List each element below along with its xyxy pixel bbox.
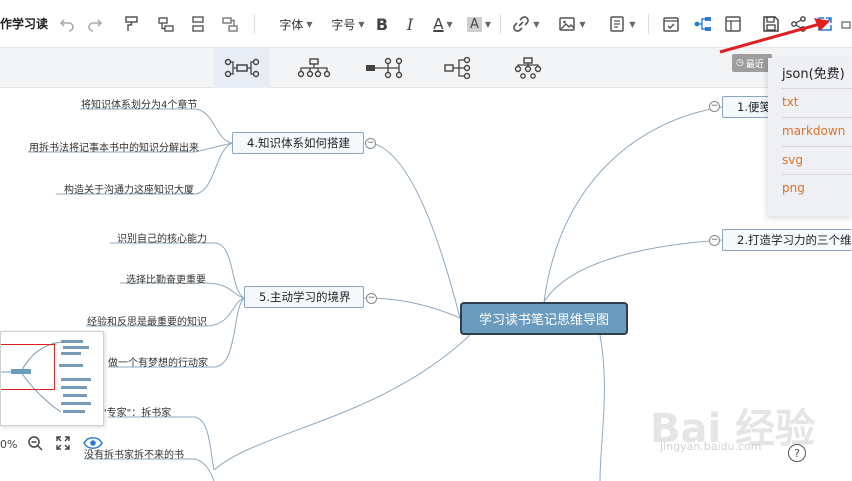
chevron-down-icon: ▼: [533, 19, 540, 29]
eye-icon[interactable]: [83, 435, 104, 454]
export-png[interactable]: png: [782, 174, 852, 202]
font-family-label: 字体: [279, 17, 304, 32]
org-layout-icon: [297, 58, 331, 78]
chevron-down-icon: ▼: [629, 19, 636, 29]
highlight-icon: A: [466, 16, 482, 32]
leaf-node[interactable]: 识别自己的核心能力: [117, 230, 207, 245]
export-svg[interactable]: svg: [782, 146, 852, 174]
clock-icon: ◷: [736, 58, 744, 68]
layout-option-right[interactable]: [430, 48, 486, 88]
chevron-down-icon: ▼: [306, 19, 313, 29]
redo-icon: [88, 19, 103, 32]
leaf-node[interactable]: 选择比勤奋更重要: [126, 271, 206, 286]
branch-node-4[interactable]: 4.知识体系如何搭建: [232, 132, 364, 154]
leaf-node[interactable]: 构造关于沟通力这座知识大厦: [64, 181, 194, 196]
minimap[interactable]: [0, 331, 104, 426]
sibling-node-icon: [192, 16, 204, 32]
task-button[interactable]: [660, 0, 682, 48]
child-node-icon: [158, 17, 174, 32]
branch-node-5[interactable]: 5.主动学习的境界: [244, 286, 364, 308]
minimap-viewport-frame[interactable]: [1, 344, 55, 390]
collapse-toggle[interactable]: −: [709, 101, 720, 112]
watermark-url: jingyan.baidu.com: [660, 440, 762, 453]
font-color-button[interactable]: A ▼: [428, 0, 458, 48]
mindmap-layout-icon: [224, 58, 260, 78]
undo-icon: [59, 19, 74, 32]
right-layout-icon: [444, 57, 471, 79]
leaf-node[interactable]: 将知识体系划分为4个章节: [81, 96, 197, 111]
zoom-controls: 0%: [0, 432, 110, 456]
link-icon: [513, 16, 530, 32]
toolbar-divider: [648, 14, 649, 34]
collapse-toggle[interactable]: −: [709, 235, 720, 246]
insert-link-button[interactable]: ▼: [510, 0, 542, 48]
italic-icon: I: [406, 14, 414, 34]
recent-label: 最近: [745, 59, 764, 70]
chevron-down-icon: ▼: [484, 19, 492, 29]
insert-child-button[interactable]: [154, 0, 178, 48]
image-icon: [559, 17, 576, 31]
insert-image-button[interactable]: ▼: [556, 0, 588, 48]
layout-option-org[interactable]: [286, 48, 342, 88]
redo-button[interactable]: [84, 0, 106, 48]
export-json[interactable]: json(免费): [782, 58, 852, 86]
leaf-node[interactable]: "专家"：拆书家: [102, 404, 171, 419]
font-size-select[interactable]: 字号 ▼: [328, 0, 368, 48]
leaf-node[interactable]: 经验和反思是最重要的知识: [87, 313, 207, 328]
collapse-toggle[interactable]: −: [365, 138, 376, 149]
undo-button[interactable]: [56, 0, 78, 48]
leaf-node[interactable]: 用拆书法将记事本书中的知识分解出来: [29, 139, 199, 154]
toolbar-divider: [500, 14, 501, 34]
bag-icon: [841, 21, 851, 29]
italic-button[interactable]: I: [400, 0, 420, 48]
more-button[interactable]: [840, 0, 852, 48]
insert-note-button[interactable]: ▼: [606, 0, 638, 48]
calendar-check-icon: [663, 17, 679, 32]
export-txt[interactable]: txt: [782, 88, 852, 116]
branch-node-2[interactable]: 2.打造学习力的三个维度: [722, 229, 852, 251]
collapse-toggle[interactable]: −: [366, 293, 377, 304]
format-painter-button[interactable]: [120, 0, 144, 48]
down-layout-icon: [514, 57, 542, 79]
fit-screen-icon[interactable]: [55, 435, 71, 454]
parent-node-icon: [222, 17, 238, 32]
leaf-node[interactable]: 做一个有梦想的行动家: [108, 354, 208, 369]
root-node[interactable]: 学习读书笔记思维导图: [460, 302, 628, 335]
insert-parent-button[interactable]: [218, 0, 242, 48]
help-icon[interactable]: ?: [788, 444, 806, 462]
layout-option-mindmap[interactable]: [214, 48, 270, 88]
highlight-color-button[interactable]: A ▼: [464, 0, 494, 48]
app-title: 作学习读: [0, 17, 49, 31]
export-markdown[interactable]: markdown: [782, 117, 852, 145]
structure-button[interactable]: [692, 0, 714, 48]
format-painter-icon: [125, 16, 138, 31]
bold-button[interactable]: B: [372, 0, 392, 48]
font-family-select[interactable]: 字体 ▼: [270, 0, 322, 48]
insert-sibling-button[interactable]: [186, 0, 210, 48]
chevron-down-icon: ▼: [579, 19, 586, 29]
structure-icon: [694, 17, 711, 31]
tree-layout-icon: [366, 57, 403, 79]
bold-icon: B: [375, 14, 389, 34]
note-icon: [610, 16, 625, 32]
export-menu: json(免费) txt markdown svg png: [768, 58, 852, 216]
font-color-icon: A: [433, 15, 444, 33]
toolbar-divider: [254, 14, 255, 34]
layout-option-down[interactable]: [500, 48, 556, 88]
layout-option-tree[interactable]: [356, 48, 412, 88]
chevron-down-icon: ▼: [358, 19, 365, 29]
font-size-label: 字号: [331, 17, 356, 32]
annotation-arrow: [719, 18, 830, 54]
zoom-out-icon[interactable]: [27, 435, 43, 454]
chevron-down-icon: ▼: [446, 19, 453, 29]
zoom-level: 0%: [0, 437, 18, 451]
